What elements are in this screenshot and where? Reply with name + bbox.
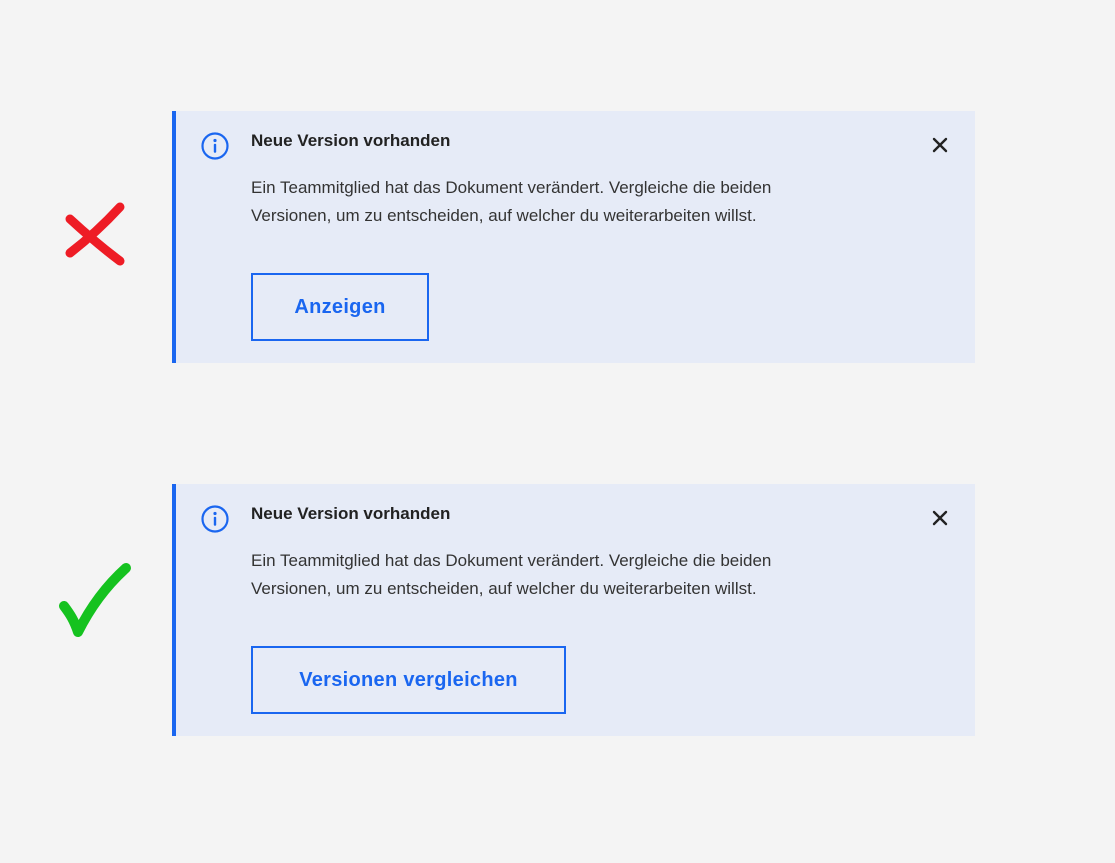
versionen-vergleichen-button[interactable]: Versionen vergleichen bbox=[251, 646, 566, 714]
notification-title: Neue Version vorhanden bbox=[251, 131, 451, 150]
notification-title: Neue Version vorhanden bbox=[251, 504, 451, 523]
notification-message: Ein Teammitglied hat das Dokument veränd… bbox=[251, 174, 891, 230]
notification-banner: Neue Version vorhanden Ein Teammitglied … bbox=[172, 484, 975, 736]
close-icon[interactable] bbox=[928, 133, 952, 157]
close-icon[interactable] bbox=[928, 506, 952, 530]
message-line: Versionen, um zu entscheiden, auf welche… bbox=[251, 206, 757, 225]
checkmark-icon bbox=[59, 563, 131, 637]
message-line: Versionen, um zu entscheiden, auf welche… bbox=[251, 579, 757, 598]
notification-message: Ein Teammitglied hat das Dokument veränd… bbox=[251, 547, 891, 603]
message-line: Ein Teammitglied hat das Dokument veränd… bbox=[251, 551, 772, 570]
info-icon bbox=[201, 505, 229, 533]
notification-banner: Neue Version vorhanden Ein Teammitglied … bbox=[172, 111, 975, 363]
info-icon bbox=[201, 132, 229, 160]
anzeigen-button[interactable]: Anzeigen bbox=[251, 273, 429, 341]
cross-icon bbox=[65, 202, 125, 266]
message-line: Ein Teammitglied hat das Dokument veränd… bbox=[251, 178, 772, 197]
